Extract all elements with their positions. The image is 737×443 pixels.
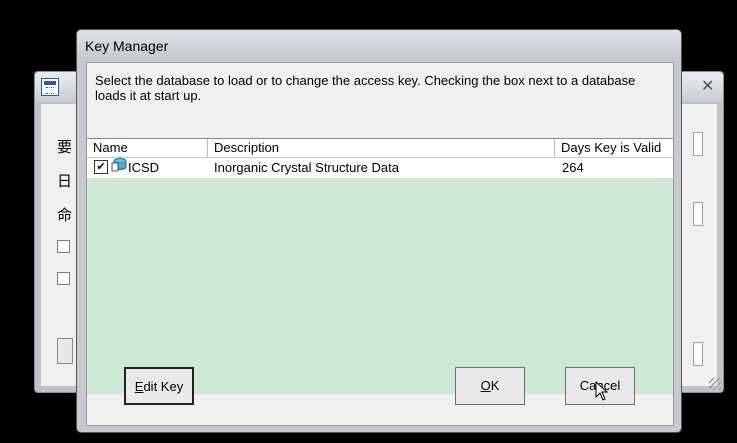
column-header-days-valid[interactable]: Days Key is Valid — [555, 139, 673, 157]
background-button[interactable] — [57, 338, 73, 364]
resize-grip-icon[interactable] — [709, 378, 721, 390]
database-list[interactable]: Name Description Days Key is Valid ✔ ICS… — [87, 138, 673, 394]
column-header-name[interactable]: Name — [87, 139, 208, 157]
mouse-cursor-icon — [595, 381, 609, 401]
background-label-1: 要 — [57, 138, 73, 156]
table-row[interactable]: ✔ ICSD Inorganic Crystal Structure Data … — [87, 158, 673, 178]
list-header: Name Description Days Key is Valid — [87, 139, 673, 158]
background-right-control-1[interactable] — [693, 132, 703, 156]
ok-mnemonic: O — [480, 378, 491, 393]
background-right-control-2[interactable] — [693, 202, 703, 226]
cancel-label-start: Ca — [579, 378, 597, 393]
row-description: Inorganic Crystal Structure Data — [214, 160, 399, 175]
background-label-3: 命 — [57, 206, 73, 224]
row-days-valid: 264 — [562, 160, 584, 175]
load-at-startup-checkbox[interactable]: ✔ — [94, 160, 108, 174]
ok-label: K — [490, 378, 500, 393]
background-checkbox-1[interactable] — [57, 240, 70, 253]
key-manager-dialog: Key Manager Select the database to load … — [76, 29, 682, 433]
background-checkbox-2[interactable] — [57, 272, 70, 285]
ok-button[interactable]: OK — [455, 367, 525, 405]
edit-key-button[interactable]: Edit Key — [124, 367, 194, 405]
calendar-icon — [41, 78, 59, 96]
dialog-titlebar[interactable]: Key Manager — [77, 30, 681, 60]
database-icon — [111, 158, 127, 172]
instructions-text: Select the database to load or to change… — [95, 73, 636, 103]
column-header-description[interactable]: Description — [208, 139, 555, 157]
edit-key-label: dit Key — [143, 379, 184, 394]
background-right-control-3[interactable] — [693, 342, 703, 366]
row-name: ICSD — [128, 160, 160, 175]
background-label-2: 日 — [57, 172, 73, 190]
dialog-client-area: Select the database to load or to change… — [86, 62, 674, 426]
dialog-title: Key Manager — [85, 38, 169, 54]
close-icon[interactable]: ✕ — [701, 76, 719, 95]
